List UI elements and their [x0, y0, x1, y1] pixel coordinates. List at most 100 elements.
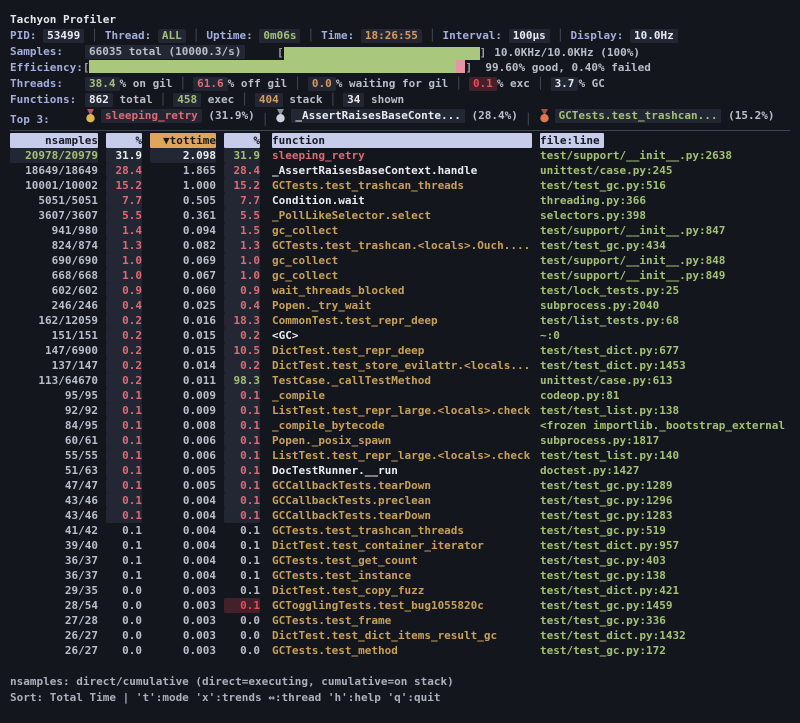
table-row[interactable]: 246/2460.40.0250.4Popen._try_waitsubproc… [10, 298, 790, 313]
column-header-pct-direct[interactable]: % [106, 133, 142, 148]
cell-pct-direct: 7.7 [106, 193, 142, 208]
cell-pct-cumulative: 0.1 [224, 493, 260, 508]
cell-pct-direct: 0.0 [106, 598, 142, 613]
table-row[interactable]: 690/6901.00.0691.0gc_collecttest/support… [10, 253, 790, 268]
samples-total: 66035 total (10000.3/s) [85, 45, 245, 59]
cell-function: GCTests.test_instance [272, 568, 532, 583]
cell-tottime: 0.015 [150, 343, 216, 358]
cell-pct-cumulative: 0.2 [224, 358, 260, 373]
cell-nsamples: 162/12059 [10, 313, 98, 328]
table-row[interactable]: 147/69000.20.01510.5DictTest.test_repr_d… [10, 343, 790, 358]
table-row[interactable]: 43/460.10.0040.1GCCallbackTests.tearDown… [10, 508, 790, 523]
samples-bar [284, 47, 480, 60]
table-row[interactable]: 60/610.10.0060.1Popen._posix_spawnsubpro… [10, 433, 790, 448]
cell-tottime: 1.000 [150, 178, 216, 193]
cell-tottime: 0.060 [150, 283, 216, 298]
table-row[interactable]: 27/280.00.0030.0GCTests.test_frametest/t… [10, 613, 790, 628]
cell-nsamples: 47/47 [10, 478, 98, 493]
table-row[interactable]: 41/420.10.0040.1GCTests.test_trashcan_th… [10, 523, 790, 538]
gc-value: 3.7 [551, 77, 579, 91]
table-row[interactable]: 162/120590.20.01618.3CommonTest.test_rep… [10, 313, 790, 328]
table-row[interactable]: 36/370.10.0040.1GCTests.test_get_countte… [10, 553, 790, 568]
table-row[interactable]: 151/1510.20.0150.2<GC>~:0 [10, 328, 790, 343]
on-gil-unit: % on gil [120, 77, 173, 90]
cell-nsamples: 55/55 [10, 448, 98, 463]
cell-file-line: threading.py:366 [540, 193, 790, 208]
cell-nsamples: 137/147 [10, 358, 98, 373]
column-header-file-line[interactable]: file:line [540, 133, 604, 148]
cell-function: ListTest.test_repr_large.<locals>.check [272, 448, 532, 463]
status-line: PID: 53499│Thread: ALL│Uptime: 0m06s│Tim… [10, 28, 790, 44]
top3-pct-2: (28.4%) [472, 108, 518, 124]
interval-label: Interval: [442, 29, 502, 42]
thread-value[interactable]: ALL [158, 29, 186, 43]
table-row[interactable]: 39/400.10.0040.1DictTest.test_container_… [10, 538, 790, 553]
cell-nsamples: 36/37 [10, 568, 98, 583]
table-row[interactable]: 602/6020.90.0600.9wait_threads_blockedte… [10, 283, 790, 298]
functions-stack-unit: stack [289, 93, 322, 106]
cell-pct-direct: 0.1 [106, 463, 142, 478]
column-header-function[interactable]: function [272, 133, 532, 148]
table-row[interactable]: 43/460.10.0040.1GCCallbackTests.preclean… [10, 493, 790, 508]
off-gil-value: 61.6 [193, 77, 228, 91]
cell-nsamples: 18649/18649 [10, 163, 98, 178]
cell-nsamples: 824/874 [10, 238, 98, 253]
table-row[interactable]: 824/8741.30.0821.3GCTests.test_trashcan.… [10, 238, 790, 253]
table-row[interactable]: 47/470.10.0050.1GCCallbackTests.tearDown… [10, 478, 790, 493]
cell-tottime: 0.082 [150, 238, 216, 253]
cell-file-line: unittest/case.py:245 [540, 163, 790, 178]
cell-tottime: 0.006 [150, 433, 216, 448]
cell-function: GCTests.test_method [272, 643, 532, 658]
table-row[interactable]: 84/950.10.0080.1_compile_bytecode<frozen… [10, 418, 790, 433]
cell-pct-direct: 0.1 [106, 388, 142, 403]
cell-file-line: test/test_list.py:140 [540, 448, 790, 463]
table-row[interactable]: 29/350.00.0030.1DictTest.test_copy_fuzzt… [10, 583, 790, 598]
column-header-tottime-sorted[interactable]: ▼tottime [150, 133, 216, 148]
table-row[interactable]: 28/540.00.0030.1GCTogglingTests.test_bug… [10, 598, 790, 613]
table-row[interactable]: 18649/1864928.41.86528.4_AssertRaisesBas… [10, 163, 790, 178]
table-row[interactable]: 668/6681.00.0671.0gc_collecttest/support… [10, 268, 790, 283]
functions-total-value: 862 [85, 93, 113, 107]
cell-pct-direct: 0.1 [106, 403, 142, 418]
cell-file-line: test/support/__init__.py:2638 [540, 148, 790, 163]
app-title: Tachyon Profiler [10, 13, 116, 26]
cell-function: gc_collect [272, 253, 532, 268]
cell-nsamples: 26/27 [10, 643, 98, 658]
cell-nsamples: 3607/3607 [10, 208, 98, 223]
cell-file-line: test/test_gc.py:1296 [540, 493, 790, 508]
cell-file-line: test/test_gc.py:1289 [540, 478, 790, 493]
cell-tottime: 0.004 [150, 538, 216, 553]
bar-open-bracket: [ [277, 45, 284, 61]
column-header-nsamples[interactable]: nsamples [10, 133, 98, 148]
interval-value: 100µs [509, 29, 550, 43]
top3-name-2: _AssertRaisesBaseConte... [291, 109, 465, 123]
table-row[interactable]: 10001/1000215.21.00015.2GCTests.test_tra… [10, 178, 790, 193]
cell-file-line: test/support/__init__.py:848 [540, 253, 790, 268]
table-row[interactable]: 113/646700.20.01198.3TestCase._callTestM… [10, 373, 790, 388]
column-header-pct-cumulative[interactable]: % [224, 133, 260, 148]
cell-pct-cumulative: 0.1 [224, 403, 260, 418]
table-row[interactable]: 5051/50517.70.5057.7Condition.waitthread… [10, 193, 790, 208]
table-row[interactable]: 26/270.00.0030.0DictTest.test_dict_items… [10, 628, 790, 643]
table-row[interactable]: 26/270.00.0030.0GCTests.test_methodtest/… [10, 643, 790, 658]
cell-nsamples: 43/46 [10, 493, 98, 508]
table-row[interactable]: 36/370.10.0040.1GCTests.test_instancetes… [10, 568, 790, 583]
cell-pct-cumulative: 0.1 [224, 478, 260, 493]
cell-pct-direct: 0.2 [106, 358, 142, 373]
cell-pct-cumulative: 0.1 [224, 433, 260, 448]
cell-file-line: test/test_gc.py:336 [540, 613, 790, 628]
cell-pct-direct: 0.1 [106, 433, 142, 448]
cell-nsamples: 26/27 [10, 628, 98, 643]
cell-pct-direct: 0.1 [106, 568, 142, 583]
table-row[interactable]: 92/920.10.0090.1ListTest.test_repr_large… [10, 403, 790, 418]
table-row[interactable]: 3607/36075.50.3615.5_PollLikeSelector.se… [10, 208, 790, 223]
table-row[interactable]: 55/550.10.0060.1ListTest.test_repr_large… [10, 448, 790, 463]
cell-nsamples: 690/690 [10, 253, 98, 268]
table-row[interactable]: 51/630.10.0050.1DocTestRunner.__rundocte… [10, 463, 790, 478]
table-row[interactable]: 137/1470.20.0140.2DictTest.test_store_ev… [10, 358, 790, 373]
table-row[interactable]: 20978/2097931.92.09831.9sleeping_retryte… [10, 148, 790, 163]
cell-nsamples: 92/92 [10, 403, 98, 418]
table-row[interactable]: 95/950.10.0090.1_compilecodeop.py:81 [10, 388, 790, 403]
table-row[interactable]: 941/9801.40.0941.5gc_collecttest/support… [10, 223, 790, 238]
cell-pct-cumulative: 7.7 [224, 193, 260, 208]
